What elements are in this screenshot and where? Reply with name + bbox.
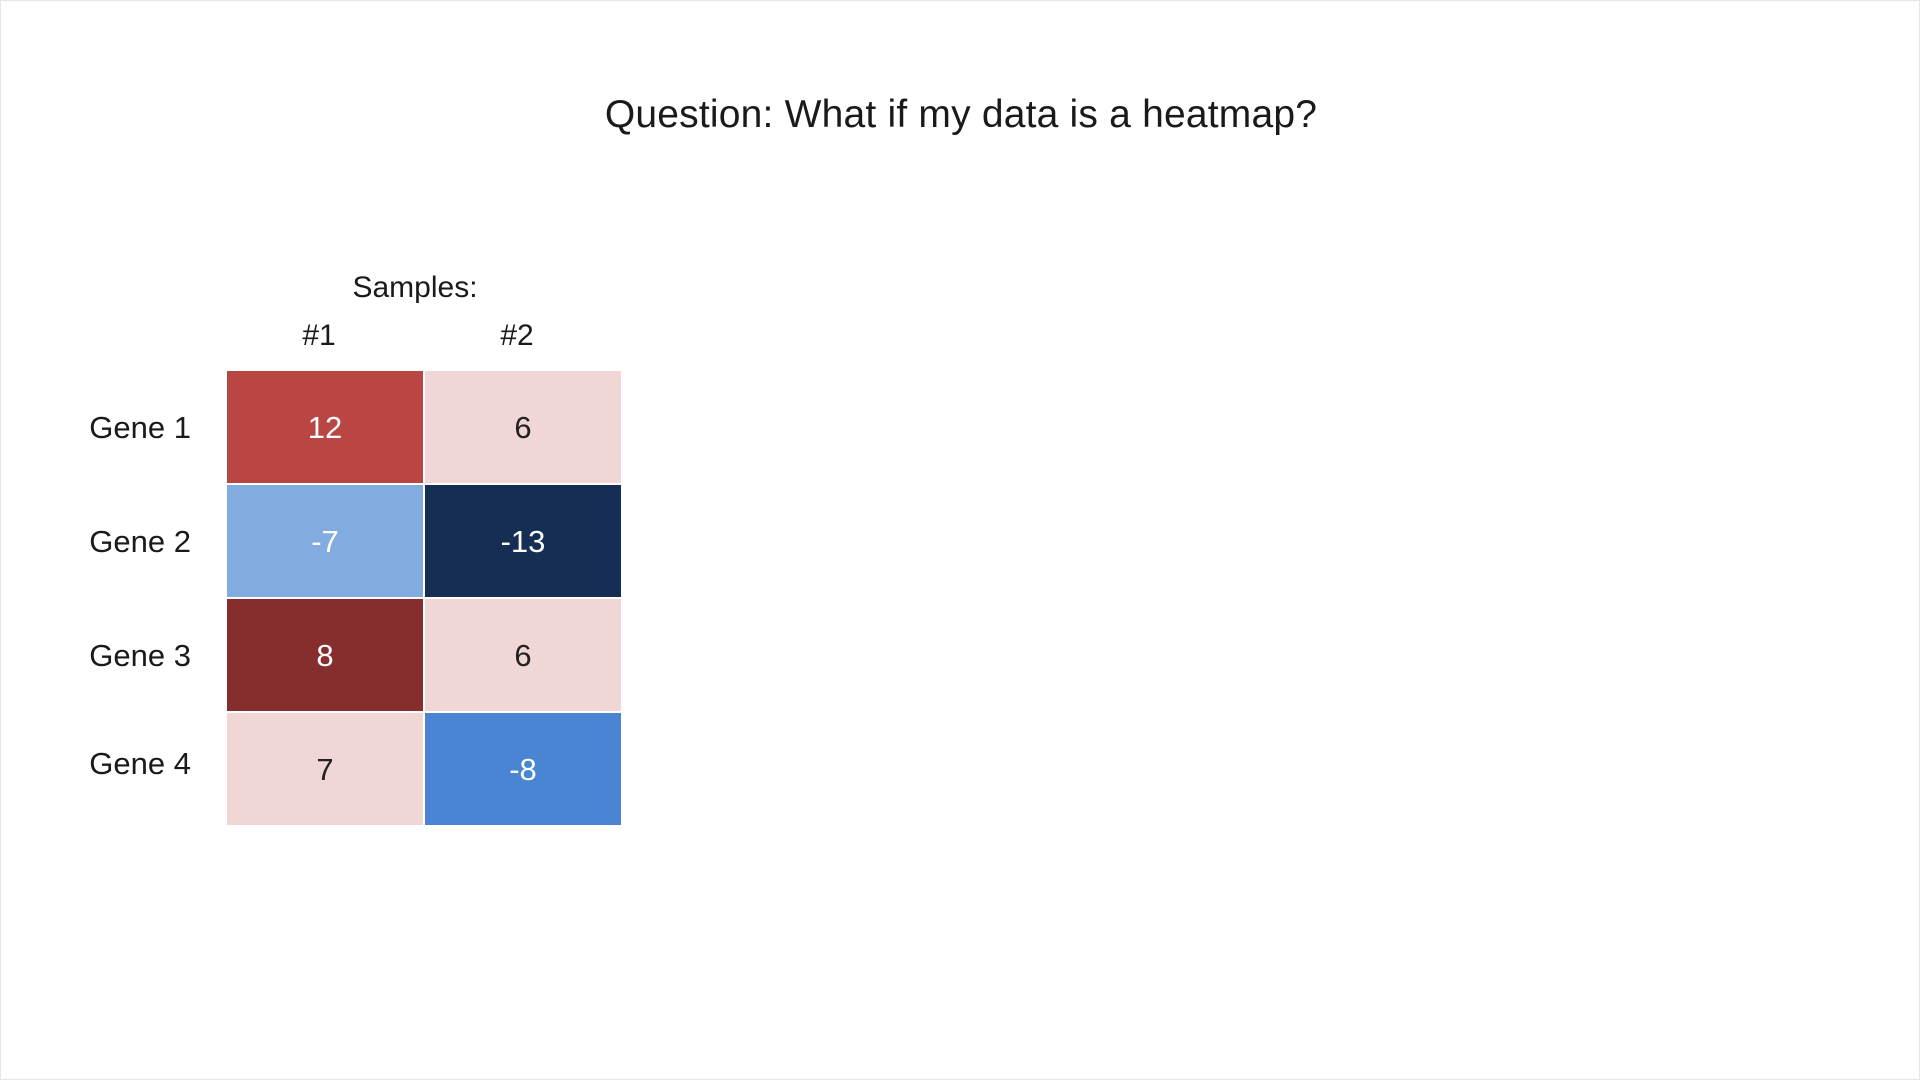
row-label: Gene 2 bbox=[89, 524, 191, 559]
heatmap-cell-value: -8 bbox=[509, 752, 537, 787]
column-label: #1 bbox=[302, 319, 335, 352]
row-label: Gene 3 bbox=[89, 638, 191, 673]
heatmap-cell-value: 12 bbox=[308, 410, 342, 445]
heatmap-cell-value: 6 bbox=[514, 410, 531, 445]
heatmap-cell-value: -7 bbox=[311, 524, 339, 559]
slide: Question: What if my data is a heatmap? … bbox=[0, 0, 1920, 1080]
column-label: #2 bbox=[500, 319, 533, 352]
row-label: Gene 1 bbox=[89, 410, 191, 445]
heatmap-cell-value: 8 bbox=[316, 638, 333, 673]
column-header: Samples: bbox=[352, 271, 477, 304]
heatmap-cell-value: 6 bbox=[514, 638, 531, 673]
heatmap-chart: Samples: #1 #2 Gene 1 Gene 2 Gene 3 Gene 4 1… bbox=[89, 271, 621, 825]
row-label: Gene 4 bbox=[89, 746, 191, 781]
heatmap-cell-value: -13 bbox=[501, 524, 546, 559]
heatmap-cell-value: 7 bbox=[316, 752, 333, 787]
